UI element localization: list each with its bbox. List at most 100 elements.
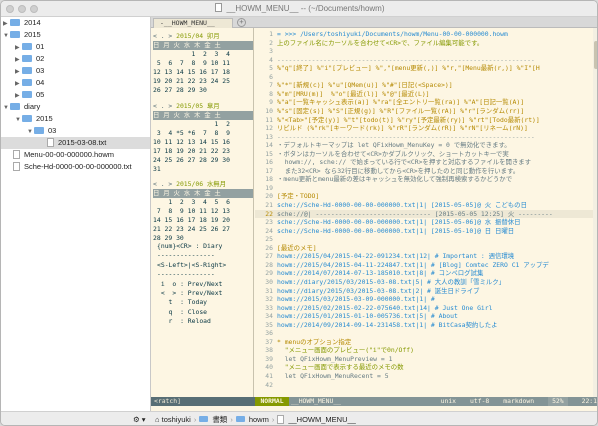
minimize-window-button[interactable] [18,5,26,13]
calendar-week[interactable]: 5 6 7 8 9 10 11 [153,59,253,68]
editor-line[interactable]: 32 howm://2015/03/2015-03-09-000000.txt|1… [255,295,597,304]
calendar-week[interactable]: 31 [153,165,253,174]
zoom-window-button[interactable] [30,5,38,13]
help-line: {num}<CR> : Diary [157,242,223,250]
tree-row[interactable]: ▼ 2015 [15,113,149,125]
tree-row[interactable]: ▼ 2015 [3,29,149,41]
editor-line[interactable]: 24 sche://Sche-Hd-0000-00-00-000000.txt|1… [255,227,597,236]
calendar-week[interactable]: 19 20 21 22 23 24 25 [153,77,253,86]
editor-line[interactable]: 29 howm://2014/07/2014-07-13-185010.txt|8… [255,269,597,278]
editor-line[interactable]: 3 [255,47,597,56]
editor-line[interactable]: 23 sche://Sche-Hd-0000-00-00-000000.txt|1… [255,218,597,227]
calendar-nav[interactable]: < . > [153,180,172,188]
editor-line[interactable]: 8 %"m"[MRU(m)] %"o"[最近(l)] %"@"[最近(L)] [255,90,597,99]
editor-line[interactable]: 18 ・menu更新とmenu最新の差はキャッシュを無効化して強制再検索するかどう… [255,175,597,184]
editor-line[interactable]: 6 [255,73,597,82]
line-text: let QFixHowm_MenuPreview = 1 [277,354,393,363]
tree-row[interactable]: ▶ 03 [15,65,149,77]
editor-line[interactable]: 7 %"*"[新規(c)] %"u"[QMem(u)] %"#"[日記(<Spac… [255,81,597,90]
line-number: 22 [265,209,273,218]
tree-row[interactable]: ▼ 03 [27,125,149,137]
calendar-week[interactable]: 21 22 23 24 25 26 27 [153,225,253,234]
editor-line[interactable]: 19 [255,184,597,193]
line-number: 18 [265,175,273,184]
editor-line[interactable]: 9 %"a"[一覧キャッシュ表示(a)] %"ra"[全エントリ一覧(ra)] %… [255,98,597,107]
tree-row[interactable]: ▶ 05 [15,89,149,101]
editor-line[interactable]: 2 上のファイル名にカーソルを合わせて<CR>で、ファイル編集可能です。 [255,38,597,48]
editor-line[interactable]: 14 ・デフォルトキーマップは let QFixHowm_MenuKey = 0 … [255,141,597,150]
disclosure-down-icon[interactable]: ▼ [15,114,22,126]
editor-line[interactable]: 40 "メニュー画面で表示する最近のメモの数 [255,363,597,372]
line-number: 9 [269,98,273,107]
editor-line[interactable]: 13 --------------------------------------… [255,133,597,142]
editor-line[interactable]: 26 [最近のメモ] [255,244,597,253]
editor-line[interactable]: 25 [255,235,597,244]
editor-line[interactable]: 42 [255,381,597,390]
calendar-pane[interactable]: < . > 2015/04 卯月 日 月 火 水 木 金 土 1 2 3 4 5… [151,28,254,397]
vim-editor[interactable]: -__HOWM_MENU__ + < . > 2015/04 卯月 日 月 火 … [151,17,597,411]
calendar-week[interactable]: 17 18 19 20 21 22 23 [153,147,253,156]
editor-line[interactable]: 41 let QFixHowm_MenuRecent = 5 [255,372,597,381]
breadcrumb-item[interactable]: __HOWM_MENU__ [288,415,356,424]
editor-line[interactable]: 37 * menuのオプション指定 [255,338,597,347]
editor-line[interactable]: 5 %"q"[終了] %"i"[プレビュー] %","[menu更新(,)] %"… [255,64,597,73]
tree-row[interactable]: ▶ 02 [15,53,149,65]
calendar-week[interactable]: 10 11 12 13 14 15 16 [153,138,253,147]
editor-line[interactable]: 12 リビルド (%"rk"[キーワード(rk)] %"rR"[ランダム(rR)]… [255,124,597,133]
calendar-week[interactable]: 1 2 3 4 [153,50,253,59]
calendar-week[interactable]: 14 15 16 17 18 19 20 [153,216,253,225]
breadcrumb-item[interactable]: howm [249,415,269,424]
editor-line[interactable]: 10 %"s"[固定(s)] %"S"[正規(g)] %"R"[ファイル一覧(rA… [255,107,597,116]
tree-row[interactable]: Menu-00-00-000000.howm [13,149,149,161]
editor-line[interactable]: 39 let QFixHowm_MenuPreview = 1 [255,354,597,364]
editor-line[interactable]: 27 howm://2015/04/2015-04-22-091234.txt|1… [255,252,597,261]
breadcrumb-item[interactable]: toshiyuki [162,415,191,424]
close-window-button[interactable] [6,5,14,13]
line-number: 4 [269,55,273,64]
calendar-week[interactable]: 26 27 28 29 30 [153,86,253,95]
editor-line[interactable]: 33 howm://2015/02/2015-02-22-075640.txt|1… [255,304,597,313]
tree-row[interactable]: ▶ 01 [15,41,149,53]
editor-line[interactable]: 11 %"<Tab>"[予定(y)] %"t"[todo(t)] %"ry"[予定… [255,116,597,125]
editor-line[interactable]: 31 howm://diary/2015/03/2015-03-08.txt|2|… [255,287,597,296]
tree-row[interactable]: Sche-Hd-0000-00-00-000000.txt [13,161,149,173]
tab-howm-menu[interactable]: -__HOWM_MENU__ [153,18,233,28]
editor-line[interactable]: 1 = >>> /Users/toshiyuki/Documents/howm/M… [255,30,597,39]
editor-line[interactable]: 35 howm://2014/09/2014-09-14-231458.txt|1… [255,321,597,330]
calendar-week[interactable]: 12 13 14 15 16 17 18 [153,68,253,77]
editor-line[interactable]: 38 "メニュー画面のプレビュー("i"で0n/Off) [255,346,597,355]
new-tab-button[interactable]: + [237,18,246,27]
editor-line[interactable]: 20 [予定・TODO] [255,192,597,201]
gear-icon[interactable]: ⚙ ▾ [133,412,146,425]
editor-line-current[interactable]: 22 sche://@| ----------------------------… [255,209,597,219]
breadcrumb-item[interactable]: 書類 [212,415,227,424]
tree-row[interactable]: ▶ 04 [15,77,149,89]
tree-row[interactable]: ▼ diary [3,101,149,113]
editor-line[interactable]: 15 ・ボタンはカーソルを合わせて<CR>かダブルクリック、ショートカットキーで実 [255,150,597,159]
editor-line[interactable]: 30 howm://diary/2015/03/2015-03-08.txt|5|… [255,278,597,287]
editor-line[interactable]: 28 howm://2015/04/2015-04-11-224847.txt|1… [255,261,597,270]
editor-line[interactable]: 4 ---------------------------------------… [255,55,597,65]
disclosure-down-icon[interactable]: ▼ [3,102,10,114]
calendar-week[interactable]: 1 2 3 4 5 6 [153,198,253,207]
calendar-nav[interactable]: < . > [153,32,172,40]
scrollbar-thumb[interactable] [594,41,597,69]
status-filename: __HOWM_MENU__ [291,397,342,405]
editor-line[interactable]: 17 また32<CR> なら32行目に移動してから<CR>を押したのと同じ動作を… [255,167,597,176]
line-number: 2 [269,38,273,47]
disclosure-down-icon[interactable]: ▼ [3,30,10,42]
calendar-nav[interactable]: < . > [153,102,172,110]
editor-line[interactable]: 36 [255,329,597,338]
editor-line[interactable]: 16 howm://, sche:// で始まっている行で<CR>を押すと対応す… [255,158,597,167]
editor-line[interactable]: 34 howm://2015/01/2015-01-10-005736.txt|5… [255,312,597,321]
scrollbar[interactable] [593,28,597,397]
calendar-week-today[interactable]: 3 4 *5 *6 7 8 9 [153,129,253,138]
calendar-week[interactable]: 24 25 26 27 28 29 30 [153,156,253,165]
line-number: 3 [269,47,273,56]
calendar-week[interactable]: 1 2 [153,120,253,129]
editor-line[interactable]: 21 sche://Sche-Hd-0000-00-00-000000.txt|1… [255,201,597,210]
tree-row-selected[interactable]: 2015-03-08.txt [1,137,150,149]
calendar-week[interactable]: 7 8 9 10 11 12 13 [153,207,253,216]
menu-buffer[interactable]: 1 = >>> /Users/toshiyuki/Documents/howm/M… [255,28,597,397]
tree-row[interactable]: ▶ 2014 [3,17,149,29]
